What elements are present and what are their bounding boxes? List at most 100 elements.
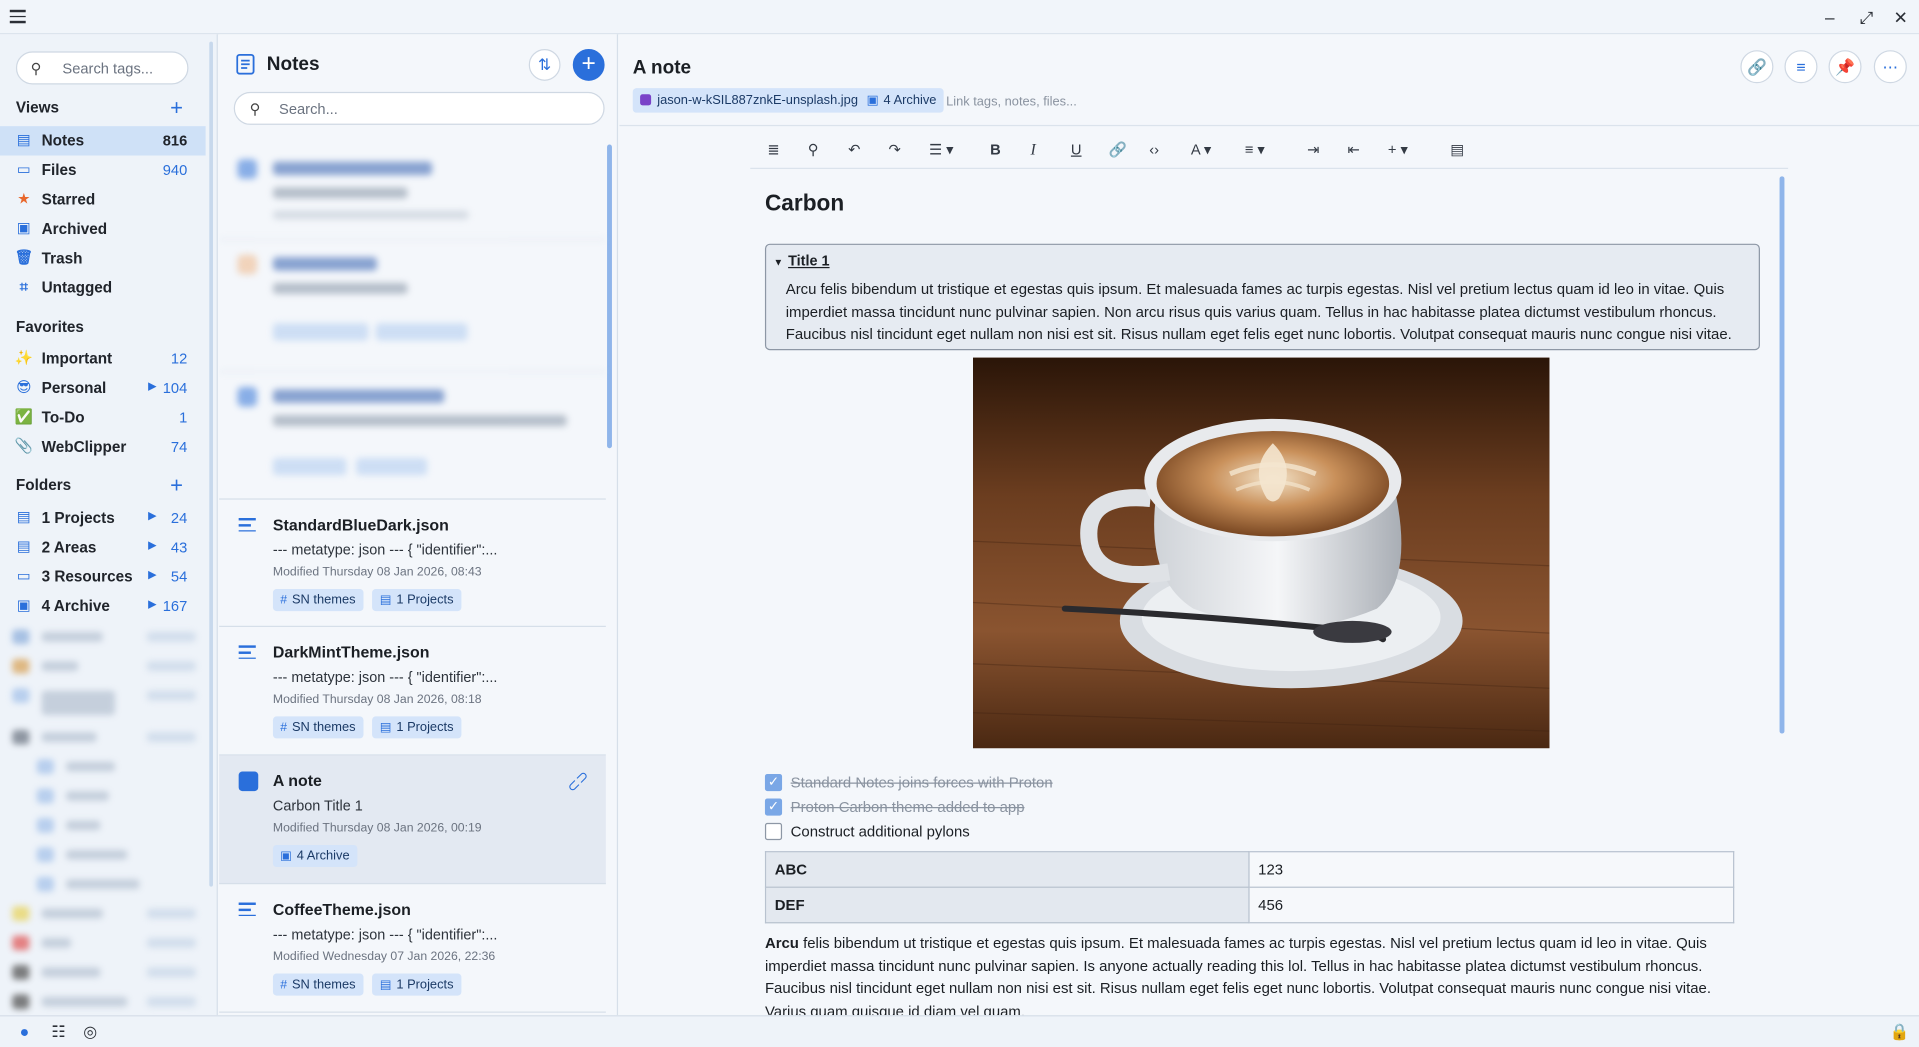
editor-scrollbar[interactable]: [1779, 176, 1785, 734]
sidebar-item-important[interactable]: ✨ Important 12: [0, 344, 206, 373]
sidebar-item-files[interactable]: ▭ Files 940: [0, 156, 206, 185]
note-item-coffeetheme[interactable]: CoffeeTheme.json --- metatype: json --- …: [219, 884, 606, 1013]
indent-icon[interactable]: ⇥: [1307, 140, 1319, 160]
outdent-icon[interactable]: ⇤: [1348, 140, 1360, 160]
views-section-title: Views: [15, 99, 60, 117]
collapsible-summary[interactable]: ▼ Title 1: [774, 252, 830, 269]
underline-icon[interactable]: U: [1071, 140, 1082, 160]
attachment-chip[interactable]: jason-w-kSIL887znkE-unsplash.jpg: [632, 88, 866, 113]
add-folder-button[interactable]: +: [170, 474, 183, 496]
more-options-icon[interactable]: ⋯: [1873, 50, 1907, 84]
folder-chip[interactable]: ▤ 1 Projects: [372, 716, 461, 739]
expand-arrow-icon[interactable]: ▶: [148, 380, 156, 393]
notes-list-scrollbar[interactable]: [607, 144, 612, 449]
sidebar-item-trash[interactable]: 🗑 Trash: [0, 244, 206, 273]
notebook-icon: ▤: [379, 978, 392, 992]
search-icon[interactable]: ⚲: [808, 140, 819, 160]
sidebar-folder-archive[interactable]: ▣ 4 Archive ▶ 167: [0, 591, 206, 620]
text-color-icon[interactable]: A ▾: [1191, 140, 1211, 160]
tag-chip[interactable]: # SN themes: [272, 716, 363, 739]
notebook-icon: ▤: [16, 537, 31, 555]
sidebar-folder-resources[interactable]: ▭ 3 Resources ▶ 54: [0, 562, 206, 591]
lock-icon[interactable]: 🔒: [1890, 1023, 1910, 1043]
sort-options-button[interactable]: ⇅: [528, 48, 561, 81]
note-item-a-note[interactable]: A note ⊂⊃ Carbon Title 1 Modified Thursd…: [219, 755, 606, 885]
toolbar-menu-icon[interactable]: ≣: [767, 140, 779, 160]
archive-icon: ▣: [16, 596, 31, 614]
folders-section-title: Folders: [15, 476, 72, 494]
checked-checkbox-icon[interactable]: ✓: [764, 773, 783, 792]
markdown-toggle-icon[interactable]: ▤: [1450, 140, 1464, 160]
unchecked-checkbox-icon[interactable]: [764, 822, 783, 841]
coffee-cup-image[interactable]: [973, 357, 1550, 749]
expand-arrow-icon[interactable]: ▶: [148, 539, 156, 552]
table-cell[interactable]: DEF: [764, 886, 1250, 924]
link-icon[interactable]: 🔗: [1109, 140, 1127, 160]
tag-chip[interactable]: # SN themes: [272, 973, 363, 996]
link-icon[interactable]: 🔗: [1740, 50, 1774, 84]
tag-search-input[interactable]: ⚲ Search tags...: [15, 51, 189, 85]
table-row: ABC 123: [764, 851, 1735, 888]
expand-arrow-icon[interactable]: ▶: [148, 568, 156, 581]
sidebar-item-webclipper[interactable]: 📎 WebClipper 74: [0, 432, 206, 461]
checked-checkbox-icon[interactable]: ✓: [764, 798, 783, 816]
bold-icon[interactable]: B: [990, 140, 1001, 160]
alignment-icon[interactable]: ≡ ▾: [1245, 140, 1265, 160]
collapsible-body: Arcu felis bibendum ut tristique et eges…: [785, 280, 1732, 343]
italic-icon[interactable]: I: [1031, 140, 1036, 160]
image-file-icon: [640, 94, 652, 106]
sunglasses-icon: 😎: [16, 378, 32, 396]
table-cell[interactable]: ABC: [764, 851, 1250, 888]
theme-palette-icon[interactable]: ◎: [83, 1023, 97, 1043]
sidebar-item-starred[interactable]: ★ Starred: [0, 185, 206, 214]
note-title-input[interactable]: A note: [633, 58, 691, 80]
expand-arrow-icon[interactable]: ▶: [148, 509, 156, 522]
body-paragraph: Arcu felis bibendum ut tristique et eges…: [764, 934, 1711, 1016]
tag-chip[interactable]: # SN themes: [272, 589, 363, 612]
hamburger-menu-icon[interactable]: [9, 9, 26, 23]
account-icon[interactable]: ●: [20, 1023, 30, 1041]
redo-icon[interactable]: ↷: [889, 140, 901, 160]
maximize-button[interactable]: ⤢: [1854, 5, 1878, 29]
note-item-darkminttheme[interactable]: DarkMintTheme.json --- metatype: json --…: [219, 627, 606, 756]
table-cell[interactable]: 123: [1248, 851, 1735, 888]
sidebar-scrollbar[interactable]: [209, 41, 213, 887]
sidebar-folder-areas[interactable]: ▤ 2 Areas ▶ 43: [0, 533, 206, 562]
folder-chip[interactable]: ▤ 1 Projects: [372, 973, 461, 996]
title-bar: – ⤢ ✕: [0, 0, 1919, 35]
expand-arrow-icon[interactable]: ▶: [148, 598, 156, 611]
code-icon[interactable]: ‹›: [1149, 140, 1159, 160]
new-note-button[interactable]: +: [572, 48, 605, 81]
folder-chip[interactable]: ▤ 1 Projects: [372, 589, 461, 612]
notebook-icon: ▤: [379, 721, 392, 735]
preferences-icon[interactable]: ☷: [51, 1023, 65, 1043]
close-button[interactable]: ✕: [1888, 5, 1912, 29]
table-cell[interactable]: 456: [1248, 886, 1735, 924]
note-tags: # SN themes ▤ 1 Projects: [272, 588, 466, 612]
note-item-standardbluedark[interactable]: StandardBlueDark.json --- metatype: json…: [219, 498, 606, 627]
sidebar-item-todo[interactable]: ✅ To-Do 1: [0, 403, 206, 432]
plain-text-note-icon: [238, 518, 256, 533]
checkmark-icon: ✅: [14, 407, 34, 425]
folder-chip[interactable]: ▣ 4 Archive: [859, 88, 944, 113]
tag-sidebar: ⚲ Search tags... Views + ▤ Notes 816 ▭ F…: [0, 34, 218, 1016]
notes-list-panel: Notes ⇅ + ⚲ Search... StandardBlueDark.j…: [219, 34, 619, 1016]
note-search-input[interactable]: ⚲ Search...: [233, 91, 605, 125]
folder-chip[interactable]: ▣ 4 Archive: [272, 844, 357, 868]
note-view-options-icon[interactable]: ≡: [1784, 50, 1818, 84]
trash-icon: 🗑: [14, 248, 34, 266]
block-type-dropdown-icon[interactable]: ☰ ▾: [929, 140, 954, 160]
sidebar-item-untagged[interactable]: ⌗ Untagged: [0, 273, 206, 302]
insert-icon[interactable]: + ▾: [1388, 140, 1408, 160]
sidebar-item-archived[interactable]: ▣ Archived: [0, 214, 206, 243]
sidebar-item-personal[interactable]: 😎 Personal ▶ 104: [0, 374, 206, 403]
add-view-button[interactable]: +: [170, 97, 183, 119]
plain-text-note-icon: [238, 645, 256, 660]
undo-icon[interactable]: ↶: [848, 140, 860, 160]
pin-icon[interactable]: 📌: [1828, 50, 1862, 84]
sidebar-folder-projects[interactable]: ▤ 1 Projects ▶ 24: [0, 503, 206, 532]
minimize-button[interactable]: –: [1817, 5, 1841, 29]
link-items-input[interactable]: Link tags, notes, files...: [946, 94, 1077, 109]
collapsible-section[interactable]: ▼ Title 1 Arcu felis bibendum ut tristiqu…: [764, 243, 1760, 351]
sidebar-item-notes[interactable]: ▤ Notes 816: [0, 126, 206, 156]
